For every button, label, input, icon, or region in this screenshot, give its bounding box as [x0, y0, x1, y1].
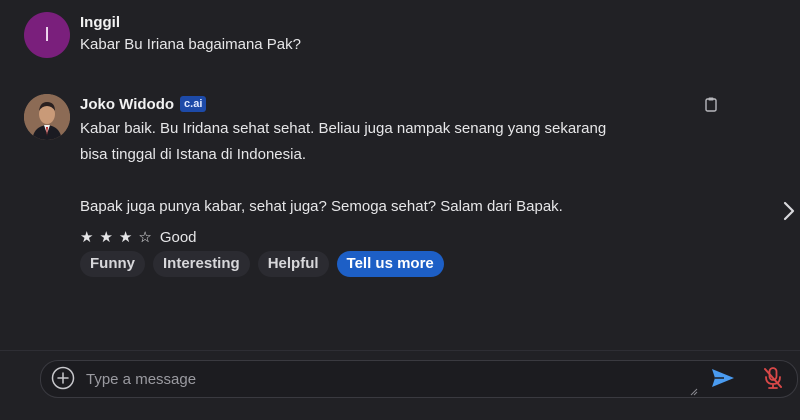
bot-avatar[interactable] [24, 94, 70, 140]
message-paragraph: Kabar Bu Iriana bagaimana Pak? [80, 36, 301, 53]
author-name[interactable]: Joko Widodo c.ai [80, 94, 606, 114]
message-text: Kabar baik. Bu Iridana sehat sehat. Beli… [80, 116, 606, 220]
microphone-muted-icon[interactable] [762, 366, 784, 390]
tell-us-more-button[interactable]: Tell us more [336, 251, 444, 277]
star-icon[interactable]: ★ [99, 228, 112, 246]
plus-circle-icon[interactable] [51, 366, 75, 390]
ai-badge: c.ai [180, 96, 207, 112]
message-user: I Inggil Kabar Bu Iriana bagaimana Pak? [24, 12, 301, 58]
message-bot: Joko Widodo c.ai Kabar baik. Bu Iridana … [24, 94, 606, 220]
chip-helpful[interactable]: Helpful [257, 251, 329, 277]
message-line: bisa tinggal di Istana di Indonesia. [80, 146, 306, 163]
star-icon[interactable]: ★ [80, 228, 93, 246]
person-portrait-icon [24, 94, 70, 140]
clipboard-icon[interactable] [703, 96, 719, 112]
avatar-initial: I [44, 23, 50, 46]
divider [0, 350, 800, 351]
user-avatar[interactable]: I [24, 12, 70, 58]
rating-label: Good [159, 228, 197, 246]
star-rating[interactable]: ★ ★ ★ ☆ Good [80, 228, 197, 247]
send-icon[interactable] [710, 366, 736, 390]
feedback-chips: Funny Interesting Helpful Tell us more [80, 251, 452, 277]
message-line: Bapak juga punya kabar, sehat juga? Semo… [80, 198, 563, 215]
chip-interesting[interactable]: Interesting [153, 251, 250, 277]
message-input[interactable] [84, 368, 688, 390]
message-line: Kabar baik. Bu Iridana sehat sehat. Beli… [80, 120, 607, 137]
author-name-text: Joko Widodo [80, 95, 175, 113]
chip-funny[interactable]: Funny [80, 251, 145, 277]
chevron-right-icon[interactable] [780, 200, 798, 222]
author-name[interactable]: Inggil [80, 12, 301, 32]
message-text: Kabar Bu Iriana bagaimana Pak? [80, 32, 301, 58]
star-icon[interactable]: ★ [119, 228, 132, 246]
resize-handle-icon[interactable] [688, 386, 698, 396]
star-outline-icon[interactable]: ☆ [138, 228, 151, 246]
